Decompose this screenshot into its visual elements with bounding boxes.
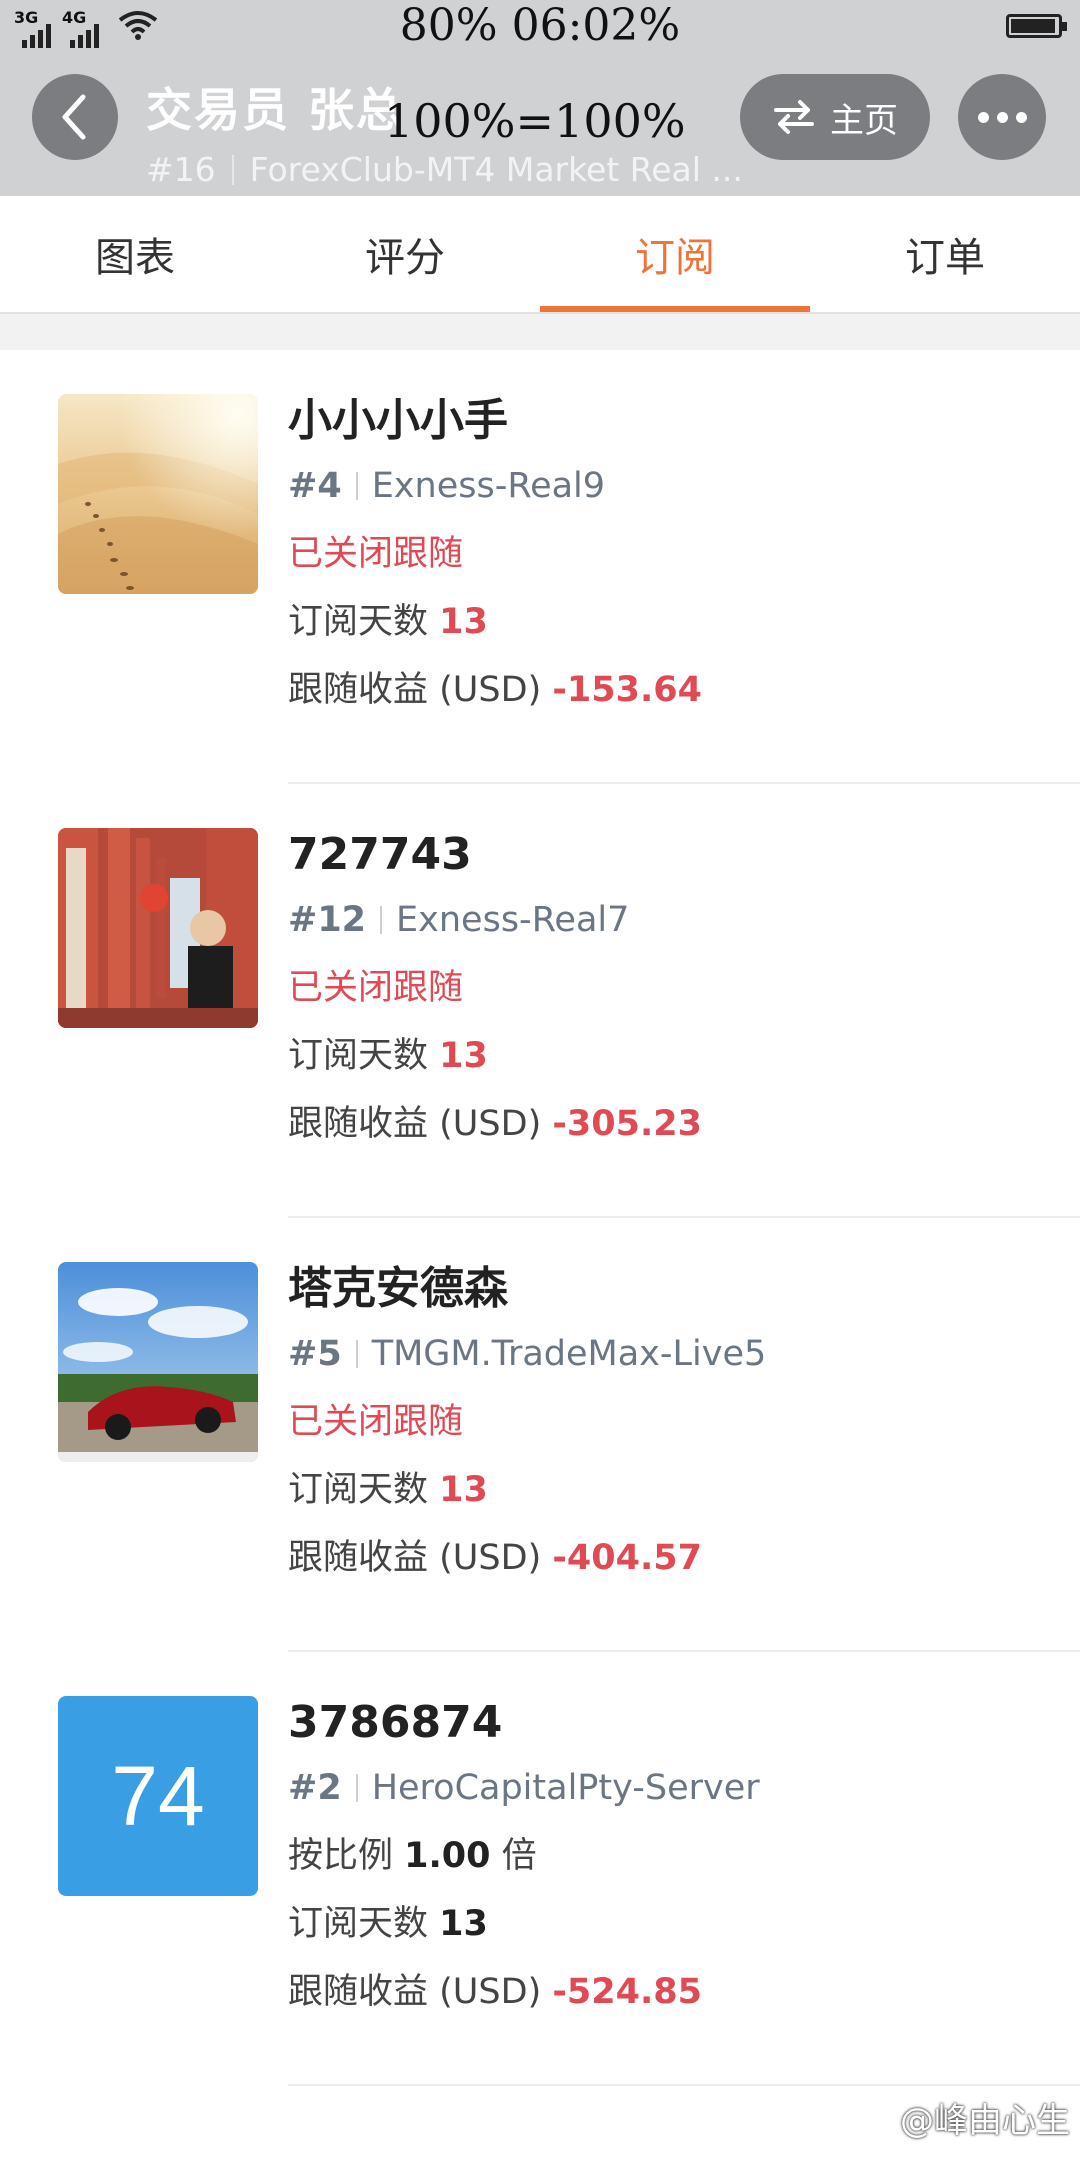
days-value: 13	[439, 1036, 488, 1076]
trader-rank: #2	[288, 1768, 342, 1808]
item-info: 3786874 #2 HeroCapitalPty-Server 按比例 1.00…	[288, 1692, 1080, 2026]
days-value: 13	[439, 1904, 488, 1944]
red-car-photo-icon	[58, 1262, 258, 1462]
item-info: 塔克安德森 #5 TMGM.TradeMax-Live5 已关闭跟随 订阅天数 1…	[288, 1258, 1080, 1592]
item-info: 小小小小手 #4 Exness-Real9 已关闭跟随 订阅天数 13 跟随收益 …	[288, 390, 1080, 724]
ratio-label: 按比例	[288, 1836, 394, 1876]
profit-value: -305.23	[552, 1104, 702, 1144]
profit-value: -404.57	[552, 1538, 702, 1578]
home-button[interactable]: 主页	[740, 74, 930, 160]
list-item[interactable]: 小小小小手 #4 Exness-Real9 已关闭跟随 订阅天数 13 跟随收益 …	[0, 350, 1080, 784]
profit-label: 跟随收益 (USD)	[288, 1972, 542, 2012]
follow-status: 已关闭跟随	[288, 1402, 464, 1442]
tab-orders[interactable]: 订单	[810, 196, 1080, 312]
home-button-label: 主页	[830, 100, 898, 141]
overlay-text: 100%=100%	[384, 94, 686, 148]
watermark: @峰由心生	[900, 2101, 1070, 2141]
trader-rank: #5	[288, 1334, 342, 1374]
divider	[288, 2084, 1080, 2086]
avatar: 74	[58, 1696, 258, 1896]
more-options-button[interactable]	[958, 74, 1046, 160]
follow-status: 已关闭跟随	[288, 534, 464, 574]
profit-value: -524.85	[552, 1972, 702, 2012]
profit-label: 跟随收益 (USD)	[288, 670, 542, 710]
trader-name: 3786874	[288, 1697, 503, 1748]
tab-bar: 图表 评分 订阅 订单	[0, 196, 1080, 314]
ratio-suffix: 倍	[501, 1836, 537, 1876]
trader-name: 小小小小手	[288, 395, 508, 446]
days-value: 13	[439, 602, 488, 642]
list-item[interactable]: 727743 #12 Exness-Real7 已关闭跟随 订阅天数 13 跟随收…	[0, 784, 1080, 1218]
follow-status: 已关闭跟随	[288, 968, 464, 1008]
swap-arrows-icon	[774, 100, 814, 134]
list-item[interactable]: 塔克安德森 #5 TMGM.TradeMax-Live5 已关闭跟随 订阅天数 1…	[0, 1218, 1080, 1652]
trader-server: ForexClub-MT4 Market Real ...	[249, 150, 743, 189]
days-label: 订阅天数	[288, 1904, 429, 1944]
trader-rank: #4	[288, 466, 342, 506]
avatar	[58, 394, 258, 594]
more-dots-icon	[977, 111, 989, 123]
trader-server: Exness-Real9	[371, 466, 606, 506]
avatar-text: 74	[58, 1696, 258, 1896]
item-info: 727743 #12 Exness-Real7 已关闭跟随 订阅天数 13 跟随收…	[288, 824, 1080, 1158]
profit-label: 跟随收益 (USD)	[288, 1104, 542, 1144]
battery-icon	[1006, 14, 1067, 38]
chevron-left-icon	[62, 94, 86, 140]
avatar	[58, 1262, 258, 1462]
avatar	[58, 828, 258, 1028]
profit-value: -153.64	[552, 670, 702, 710]
temple-photo-icon	[58, 828, 258, 1028]
trader-name: 塔克安德森	[288, 1263, 508, 1314]
section-gap	[0, 314, 1080, 350]
ratio-value: 1.00	[404, 1836, 491, 1876]
trader-rank: #16	[146, 150, 216, 189]
trader-server: TMGM.TradeMax-Live5	[371, 1334, 767, 1374]
profit-label: 跟随收益 (USD)	[288, 1538, 542, 1578]
list-item[interactable]: 74 3786874 #2 HeroCapitalPty-Server 按比例 1…	[0, 1652, 1080, 2086]
status-bar: 3G 4G 80% 06:02%	[0, 0, 1080, 56]
page-title: 交易员 张总	[146, 83, 405, 137]
days-label: 订阅天数	[288, 602, 429, 642]
trader-rank: #12	[288, 900, 367, 940]
top-header-area: 3G 4G 80% 06:02% 交易员 张总 100%=100% #16 For…	[0, 0, 1080, 196]
days-value: 13	[439, 1470, 488, 1510]
status-center-text: 80% 06:02%	[399, 0, 681, 51]
trader-server: HeroCapitalPty-Server	[371, 1768, 760, 1808]
days-label: 订阅天数	[288, 1036, 429, 1076]
days-label: 订阅天数	[288, 1470, 429, 1510]
back-button[interactable]	[32, 74, 118, 160]
tab-rating[interactable]: 评分	[270, 196, 540, 312]
tab-subscription[interactable]: 订阅	[540, 196, 810, 312]
trader-subtitle: #16 ForexClub-MT4 Market Real ...	[146, 150, 743, 189]
trader-server: Exness-Real7	[396, 900, 630, 940]
tab-chart[interactable]: 图表	[0, 196, 270, 312]
desert-photo-icon	[58, 394, 258, 594]
trader-name: 727743	[288, 829, 472, 880]
